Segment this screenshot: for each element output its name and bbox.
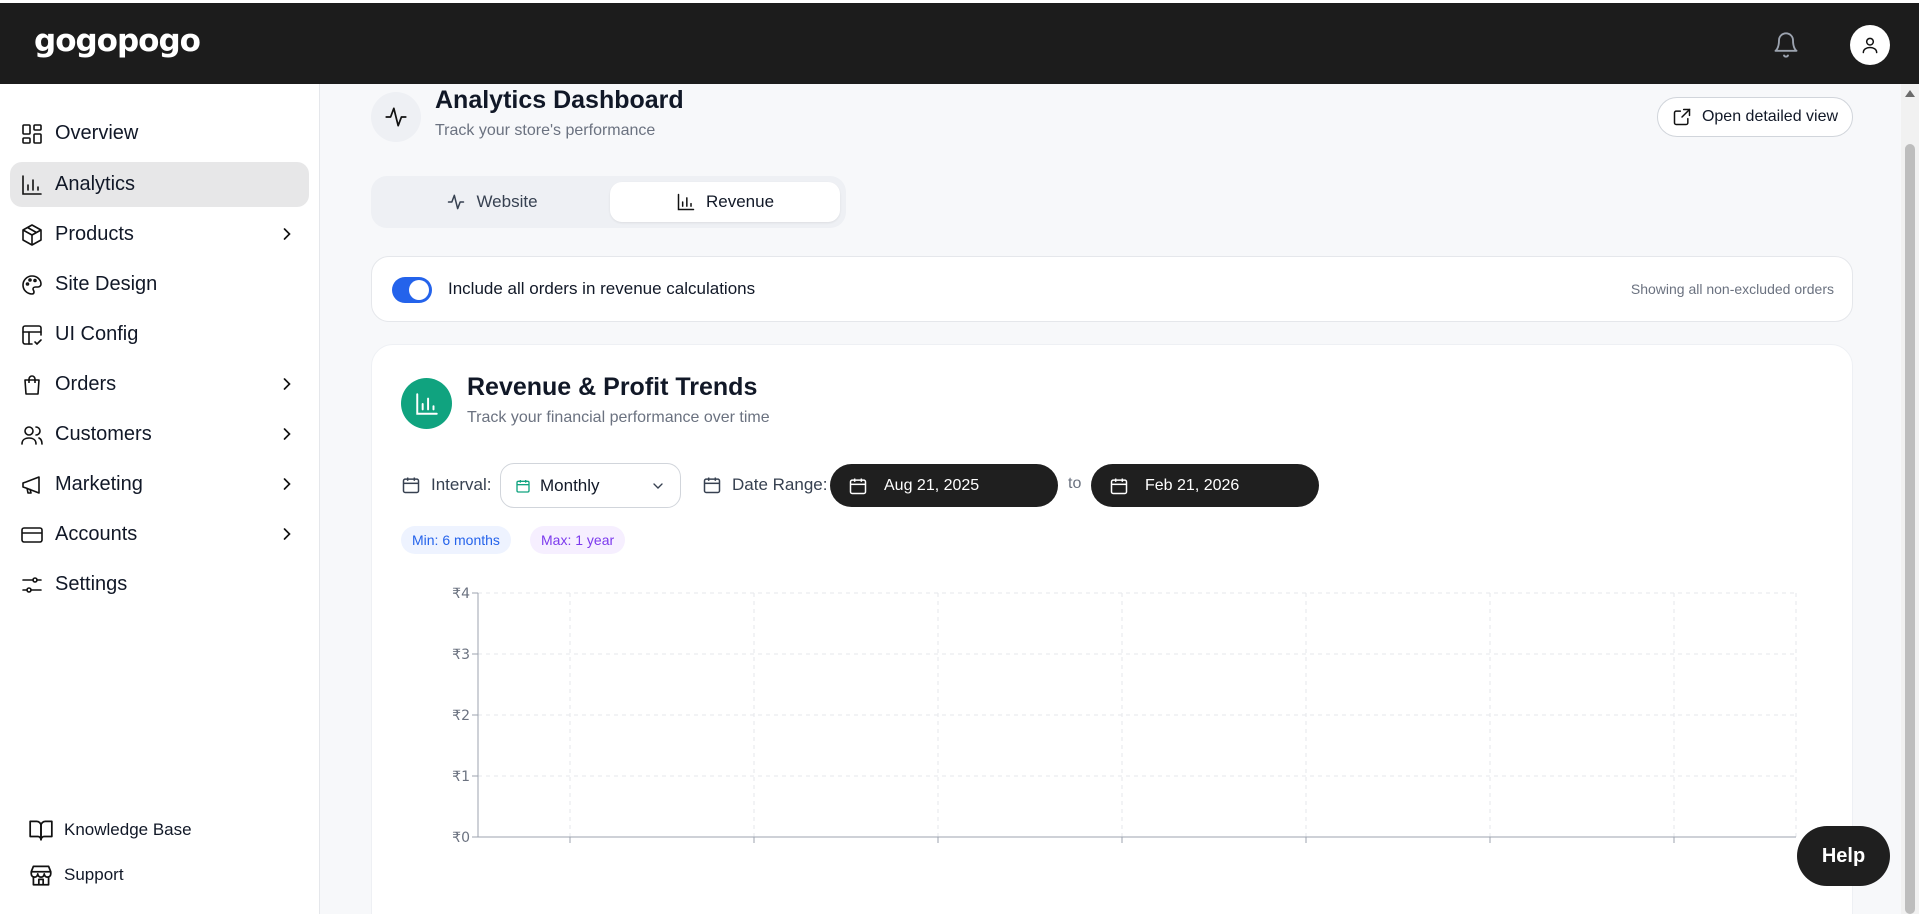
main-content: Analytics Dashboard Track your store's p… <box>321 84 1899 914</box>
scroll-up-arrow-icon[interactable] <box>1905 90 1915 97</box>
to-label: to <box>1068 475 1082 492</box>
sidebar-item-ui-config[interactable]: UI Config <box>10 312 309 357</box>
user-avatar-button[interactable] <box>1850 25 1890 65</box>
chevron-down-icon <box>650 478 666 494</box>
tab-label: Website <box>476 192 538 211</box>
sidebar-item-accounts[interactable]: Accounts <box>10 512 309 557</box>
sidebar-item-overview[interactable]: Overview <box>10 111 309 156</box>
knowledge-base-label: Knowledge Base <box>64 820 192 839</box>
calendar-icon <box>1109 476 1129 496</box>
chart-title: Revenue & Profit Trends <box>467 373 758 401</box>
toggle-note: Showing all non-excluded orders <box>1630 281 1834 297</box>
y-tick-label: ₹4 <box>452 586 470 602</box>
y-tick-label: ₹0 <box>452 830 470 846</box>
users-icon <box>20 423 44 447</box>
shopping-bag-icon <box>20 373 44 397</box>
interval-select[interactable]: Monthly <box>500 463 681 508</box>
palette-icon <box>20 273 44 297</box>
sidebar-item-label: Accounts <box>55 523 138 545</box>
chart-subtitle: Track your financial performance over ti… <box>467 409 770 426</box>
interval-label: Interval: <box>401 475 491 495</box>
activity-icon <box>371 92 421 142</box>
date-from-value: Aug 21, 2025 <box>884 476 980 494</box>
sidebar-item-label: Analytics <box>55 173 136 195</box>
knowledge-base-link[interactable]: Knowledge Base <box>28 817 192 843</box>
chevron-right-icon <box>277 424 297 444</box>
analytics-tabs: Website Revenue <box>371 176 846 228</box>
toggle-label: Include all orders in revenue calculatio… <box>448 279 756 298</box>
y-tick-label: ₹1 <box>452 769 470 785</box>
detail-button-label: Open detailed view <box>1701 108 1839 125</box>
sidebar-item-settings[interactable]: Settings <box>10 562 309 607</box>
store-icon <box>28 862 54 888</box>
external-link-icon <box>1672 107 1692 127</box>
tab-revenue[interactable]: Revenue <box>610 182 840 222</box>
calendar-days-icon <box>702 475 722 495</box>
chevron-right-icon <box>277 474 297 494</box>
interval-value: Monthly <box>540 475 600 495</box>
revenue-trends-card: Revenue & Profit Trends Track your finan… <box>371 344 1853 914</box>
bar-chart-icon <box>676 192 696 212</box>
megaphone-icon <box>20 473 44 497</box>
layout-check-icon <box>20 323 44 347</box>
open-detailed-view-button[interactable]: Open detailed view <box>1657 97 1853 137</box>
date-to-picker[interactable]: Feb 21, 2026 <box>1091 464 1319 507</box>
y-tick-label: ₹3 <box>452 647 470 663</box>
date-from-picker[interactable]: Aug 21, 2025 <box>830 464 1058 507</box>
support-label: Support <box>64 865 124 884</box>
sidebar-item-label: Settings <box>55 573 128 595</box>
layout-grid-icon <box>20 122 44 146</box>
include-orders-card: Include all orders in revenue calculatio… <box>371 256 1853 322</box>
top-bar: gogopogo <box>0 0 1919 84</box>
sidebar-item-label: Site Design <box>55 273 158 295</box>
sidebar-item-marketing[interactable]: Marketing <box>10 462 309 507</box>
sidebar-item-products[interactable]: Products <box>10 212 309 257</box>
bar-chart-icon <box>20 173 44 197</box>
calendar-icon <box>515 478 531 494</box>
credit-card-icon <box>20 523 44 547</box>
page-scrollbar[interactable] <box>1901 84 1919 914</box>
include-orders-toggle[interactable] <box>392 277 432 303</box>
sidebar-item-orders[interactable]: Orders <box>10 362 309 407</box>
chevron-right-icon <box>277 524 297 544</box>
bar-chart-icon <box>401 378 452 429</box>
sidebar-item-site-design[interactable]: Site Design <box>10 262 309 307</box>
page-subtitle: Track your store's performance <box>435 122 656 139</box>
chevron-right-icon <box>277 224 297 244</box>
calendar-icon <box>401 475 421 495</box>
sidebar-item-label: UI Config <box>55 323 139 345</box>
y-tick-label: ₹2 <box>452 708 470 724</box>
sidebar: Overview Analytics Products Site Design … <box>0 84 320 914</box>
bell-icon[interactable] <box>1772 31 1800 59</box>
date-to-value: Feb 21, 2026 <box>1145 476 1240 494</box>
sidebar-item-label: Orders <box>55 373 117 395</box>
activity-icon <box>446 192 466 212</box>
tab-label: Revenue <box>705 192 775 211</box>
sidebar-item-label: Customers <box>55 423 152 445</box>
chevron-right-icon <box>277 374 297 394</box>
sliders-icon <box>20 573 44 597</box>
scrollbar-thumb[interactable] <box>1905 144 1915 914</box>
box-icon <box>20 223 44 247</box>
calendar-icon <box>848 476 868 496</box>
book-open-icon <box>28 817 54 843</box>
support-link[interactable]: Support <box>28 862 124 888</box>
sidebar-item-label: Marketing <box>55 473 143 495</box>
revenue-chart: ₹0 ₹1 ₹2 ₹3 ₹4 <box>452 586 1797 846</box>
sidebar-item-analytics[interactable]: Analytics <box>10 162 309 207</box>
sidebar-item-customers[interactable]: Customers <box>10 412 309 457</box>
help-button[interactable]: Help <box>1797 826 1890 886</box>
sidebar-item-label: Overview <box>55 122 139 144</box>
date-range-label: Date Range: <box>702 475 827 495</box>
tab-website[interactable]: Website <box>377 182 607 222</box>
sidebar-item-label: Products <box>55 223 134 245</box>
app-logo[interactable]: gogopogo <box>34 23 201 59</box>
page-title: Analytics Dashboard <box>435 86 684 114</box>
user-icon <box>1860 35 1880 55</box>
